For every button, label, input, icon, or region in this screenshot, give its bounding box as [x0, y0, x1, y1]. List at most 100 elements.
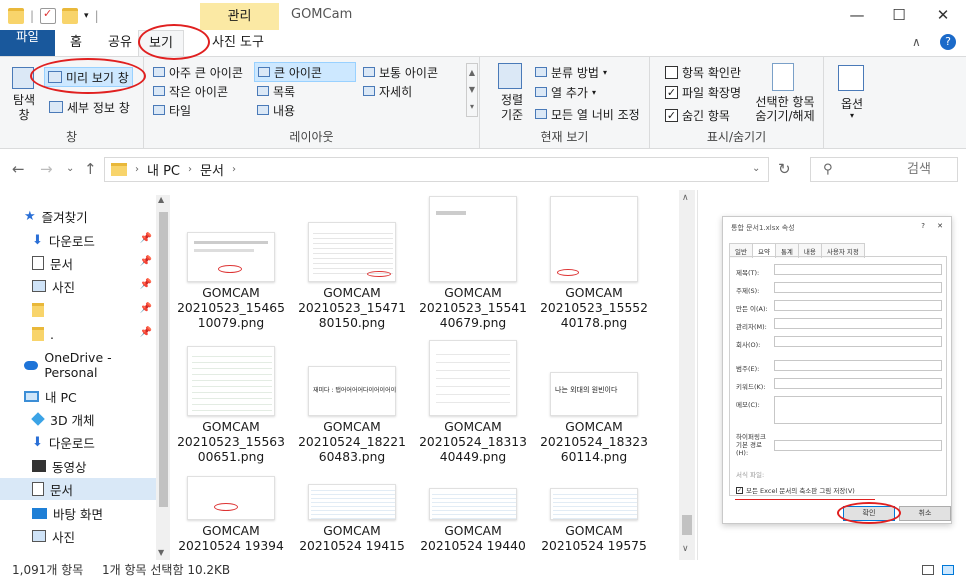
- layout-content[interactable]: 내용: [254, 100, 298, 120]
- sort-by-button[interactable]: 정렬 기준: [492, 93, 532, 123]
- file-item[interactable]: GOMCAM 20210523_15541 40679.png: [414, 196, 532, 331]
- up-icon[interactable]: ↑: [84, 160, 97, 178]
- tab-file[interactable]: 파일: [0, 30, 55, 56]
- item-checkboxes-checkbox[interactable]: [665, 65, 678, 79]
- sidebar-item-folder[interactable]: 📌: [0, 299, 156, 321]
- sidebar-item-documents[interactable]: 문서 📌: [0, 252, 156, 274]
- hide-selected-button[interactable]: 선택한 항목 숨기기/해제: [750, 95, 820, 123]
- preview-pane-button[interactable]: 미리 보기 창: [44, 67, 133, 87]
- file-name-line1: GOMCAM: [444, 524, 502, 538]
- layout-scroll-icon[interactable]: ▲ ▼ ▾: [466, 63, 478, 117]
- breadcrumb-separator-icon[interactable]: ›: [232, 164, 236, 175]
- file-extensions-toggle[interactable]: ✓ 파일 확장명: [662, 82, 744, 102]
- item-checkboxes-toggle[interactable]: 항목 확인란: [662, 62, 744, 82]
- hidden-items-toggle[interactable]: ✓ 숨긴 항목: [662, 105, 733, 125]
- sidebar-item-pictures[interactable]: 사진 📌: [0, 275, 156, 297]
- navigation-pane-button[interactable]: 탐색 창: [8, 93, 40, 123]
- pin-icon[interactable]: 📌: [140, 303, 152, 314]
- tab-share[interactable]: 공유: [98, 30, 142, 56]
- add-columns-button[interactable]: 열 추가 ▾: [532, 82, 599, 102]
- file-item[interactable]: GOMCAM 20210523_15563 00651.png: [172, 346, 290, 465]
- tab-view[interactable]: 보기: [138, 30, 184, 56]
- hide-selected-icon[interactable]: [772, 63, 794, 91]
- sidebar-item-quick-access[interactable]: ★ 즐겨찾기: [0, 205, 156, 227]
- options-icon[interactable]: [838, 65, 864, 91]
- breadcrumb-this-pc[interactable]: 내 PC: [147, 160, 180, 179]
- folder-icon[interactable]: [8, 8, 24, 24]
- details-pane-button[interactable]: 세부 정보 창: [46, 97, 133, 117]
- forward-icon[interactable]: →: [40, 160, 53, 178]
- pin-icon[interactable]: 📌: [140, 233, 152, 244]
- customize-quick-access-icon[interactable]: ▾: [84, 11, 89, 21]
- scroll-down-icon[interactable]: ▼: [158, 548, 164, 557]
- file-item[interactable]: GOMCAM 20210524 19394: [172, 476, 290, 554]
- minimize-button[interactable]: —: [834, 0, 880, 30]
- help-icon[interactable]: ?: [940, 34, 956, 50]
- layout-list[interactable]: 목록: [254, 81, 298, 101]
- ribbon-collapse-icon[interactable]: ∧: [912, 35, 921, 49]
- dialog-title: 통합 문서1.xlsx 속성: [731, 224, 795, 232]
- tab-picture-tools[interactable]: 사진 도구: [202, 30, 274, 56]
- sidebar-item-onedrive[interactable]: OneDrive - Personal: [0, 350, 156, 380]
- sidebar-item-pc-downloads[interactable]: ⬇ 다운로드: [0, 431, 156, 453]
- dialog-field-label: 메모(C):: [736, 401, 760, 409]
- sidebar-item-desktop[interactable]: 바탕 화면: [0, 502, 156, 524]
- breadcrumb-separator-icon[interactable]: ›: [188, 164, 192, 175]
- file-item[interactable]: 나는 외대의 원빈이다 GOMCAM 20210524_18323 60114.…: [535, 372, 653, 465]
- sidebar-item-videos[interactable]: 동영상: [0, 455, 156, 477]
- pin-icon[interactable]: 📌: [140, 327, 152, 338]
- file-item[interactable]: GOMCAM 20210524 19415: [293, 484, 411, 554]
- content-scrollbar-thumb[interactable]: [682, 515, 692, 535]
- file-item[interactable]: GOMCAM 20210524 19440: [414, 488, 532, 554]
- navigation-pane-icon[interactable]: [12, 67, 34, 89]
- breadcrumb-separator-icon[interactable]: ›: [135, 164, 139, 175]
- layout-extra-large-icons[interactable]: 아주 큰 아이콘: [150, 62, 246, 82]
- pin-icon[interactable]: 📌: [140, 256, 152, 267]
- scroll-down-icon[interactable]: ∨: [682, 544, 689, 554]
- recent-locations-icon[interactable]: ⌄: [66, 163, 74, 174]
- large-icons-view-icon[interactable]: [942, 565, 954, 575]
- sidebar-item-pc-pictures[interactable]: 사진: [0, 525, 156, 547]
- layout-large-icons[interactable]: 큰 아이콘: [254, 62, 356, 82]
- scroll-up-icon[interactable]: ∧: [682, 193, 689, 203]
- group-by-button[interactable]: 분류 방법 ▾: [532, 62, 610, 82]
- layout-medium-icons[interactable]: 보통 아이콘: [360, 62, 441, 82]
- address-bar[interactable]: › 내 PC › 문서 ›: [104, 157, 769, 182]
- sidebar-item-downloads[interactable]: ⬇ 다운로드 📌: [0, 229, 156, 251]
- file-item[interactable]: GOMCAM 20210523_15465 10079.png: [172, 232, 290, 331]
- sidebar-item-3d-objects[interactable]: 3D 개체: [0, 408, 156, 430]
- file-extensions-checkbox[interactable]: ✓: [665, 85, 678, 99]
- properties-icon[interactable]: ✓: [40, 7, 57, 24]
- file-item[interactable]: GOMCAM 20210524 19575: [535, 488, 653, 554]
- maximize-button[interactable]: ☐: [876, 0, 922, 30]
- tab-home[interactable]: 홈: [60, 30, 92, 56]
- file-item[interactable]: GOMCAM 20210523_15552 40178.png: [535, 196, 653, 331]
- sidebar-item-pc-documents[interactable]: 문서: [0, 478, 156, 500]
- sidebar-scrollbar-thumb[interactable]: [159, 212, 168, 507]
- sidebar-item-this-pc[interactable]: 내 PC: [0, 385, 156, 407]
- manage-context-tab[interactable]: 관리: [200, 3, 279, 30]
- back-icon[interactable]: ←: [12, 160, 25, 178]
- content-scrollbar[interactable]: [679, 190, 695, 560]
- file-item[interactable]: GOMCAM 20210524_18313 40449.png: [414, 340, 532, 465]
- new-folder-icon[interactable]: [62, 8, 79, 24]
- file-item[interactable]: 재미다 : 탭어어어어다이어이어이 GOMCAM 20210524_18221 …: [293, 366, 411, 465]
- layout-tiles[interactable]: 타일: [150, 100, 194, 120]
- breadcrumb-documents[interactable]: 문서: [200, 160, 224, 179]
- pin-icon[interactable]: 📌: [140, 279, 152, 290]
- sort-icon[interactable]: [498, 63, 522, 89]
- details-view-icon[interactable]: [922, 565, 934, 575]
- file-item[interactable]: GOMCAM 20210523_15471 80150.png: [293, 222, 411, 331]
- sidebar-item-folder-2[interactable]: . 📌: [0, 323, 156, 345]
- search-box[interactable]: ⚲ 검색: [810, 157, 958, 182]
- file-name-line2: 20210523_15471: [298, 301, 406, 315]
- refresh-icon[interactable]: ↻: [778, 160, 791, 178]
- options-dropdown-icon[interactable]: ▾: [824, 111, 880, 120]
- fit-columns-button[interactable]: 모든 열 너비 조정: [532, 104, 643, 124]
- close-button[interactable]: ✕: [920, 0, 966, 30]
- hidden-items-checkbox[interactable]: ✓: [665, 108, 678, 122]
- layout-small-icons[interactable]: 작은 아이콘: [150, 81, 231, 101]
- options-button[interactable]: 옵션: [824, 95, 880, 112]
- layout-details[interactable]: 자세히: [360, 81, 415, 101]
- scroll-up-icon[interactable]: ▲: [158, 195, 164, 204]
